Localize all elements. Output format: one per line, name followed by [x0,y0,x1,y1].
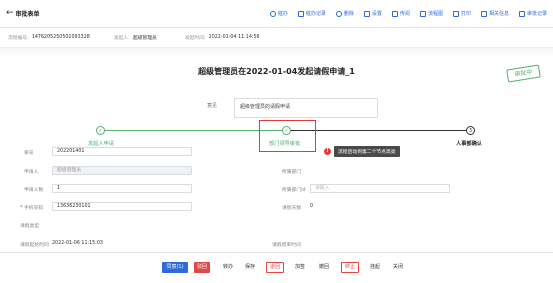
return-button[interactable]: 退回 [266,262,284,273]
days-value: 0 [310,204,314,209]
share-icon [391,10,398,17]
approve-button[interactable]: 同意(1) [162,262,188,273]
toolbar-settings[interactable]: 设置 [363,10,382,17]
count-input[interactable]: 1 [52,184,192,193]
toolbar-urge[interactable]: 催办 [269,10,288,17]
opinion-label: 意见 [207,103,218,109]
close-button[interactable]: 关闭 [390,262,406,273]
toolbar-approval-record[interactable]: 审批记录 [518,10,547,17]
dept-id-input[interactable]: 请输入 [310,184,450,193]
toolbar-delete[interactable]: 删除 [335,10,354,17]
form-title: 超级管理员在2022-01-04发起请假申请_1 [198,67,355,76]
page-title: 审批表单 [15,11,40,18]
top-bar: ← 审批表单 催办 催办记录 删除 设置 传阅 流程图 打印 相关信息 审批记录 [0,0,553,28]
toolbar: 催办 催办记录 删除 设置 传阅 流程图 打印 相关信息 审批记录 [269,10,547,17]
toolbar-urge-record[interactable]: 催办记录 [297,10,326,17]
dept-label: 所属部门 [282,170,302,175]
suspend-button[interactable]: 挂起 [367,262,383,273]
start-time-field-label: 请假起始时间 [20,243,49,248]
withdraw-button[interactable]: 撤回 [316,262,332,273]
step-3-number: 3 [466,126,475,135]
step-1-check-icon: ✓ [96,126,105,135]
toolbar-circulate[interactable]: 传阅 [391,10,410,17]
start-time-field-value: 2022-01-06 11:15:03 [52,241,103,246]
step-1-label: 发起人申请 [88,141,114,147]
count-label: 申请人数 [24,188,44,193]
terminate-button[interactable]: 终止 [341,262,359,273]
reject-button[interactable]: 驳回 [194,262,210,273]
phone-label: * 手机号码 [20,206,44,211]
settings-icon [363,10,370,17]
start-time-label: 发起时间: [184,36,206,41]
tooltip-text: 流程启动到第二个节点高亮 [334,146,400,157]
applicant-label: 申请人 [24,170,39,175]
required-mark: * [20,206,23,211]
delete-icon [335,10,342,17]
bell-icon [269,10,276,17]
seq-input[interactable]: 202201401 [52,147,192,156]
leave-type-label: 请假类型 [20,224,40,229]
days-label: 请假天数 [282,206,302,211]
toolbar-print[interactable]: 打印 [452,10,471,17]
record-icon [518,10,525,17]
flow-no-label: 流程编号: [8,36,29,41]
back-button[interactable]: ← 审批表单 [6,8,40,19]
action-bar: 同意(1) 驳回 转办 保存 退回 加签 撤回 终止 挂起 关闭 [0,252,553,283]
applicant-input: 超级管理员 [52,166,192,175]
save-button[interactable]: 保存 [242,262,258,273]
step-tooltip: ! 流程启动到第二个节点高亮 [324,146,400,157]
flow-no: 1476205250501093328 [31,35,90,40]
toolbar-related-info[interactable]: 相关信息 [480,10,509,17]
transfer-button[interactable]: 转办 [220,262,236,273]
warning-icon: ! [324,148,331,155]
opinion-textarea[interactable]: 超级管理员的请假申请 [234,98,378,118]
divider-shadow [0,48,553,58]
start-time: 2022-01-04 11:14:56 [208,35,260,40]
step-3-label: 人事部确认 [456,141,482,147]
add-signer-button[interactable]: 加签 [292,262,308,273]
initiator: 超级管理员 [132,36,157,41]
seq-label: 单号 [24,151,34,156]
flowchart-icon [419,10,426,17]
initiator-label: 发起人: [113,36,130,41]
end-time-field-label: 请假结束时间 [272,243,301,248]
current-step-highlight [259,120,316,152]
info-icon [480,10,487,17]
print-icon [452,10,459,17]
phone-input[interactable]: 13636230101 [52,202,192,211]
toolbar-flowchart[interactable]: 流程图 [419,10,443,17]
list-icon [297,10,304,17]
meta-row: 流程编号: 1476205250501093328 发起人: 超级管理员 发起时… [0,28,553,48]
approval-form-page: ← 审批表单 催办 催办记录 删除 设置 传阅 流程图 打印 相关信息 审批记录… [0,0,553,283]
arrow-left-icon: ← [6,8,14,18]
dept-id-label: 所属部门id [282,188,306,193]
